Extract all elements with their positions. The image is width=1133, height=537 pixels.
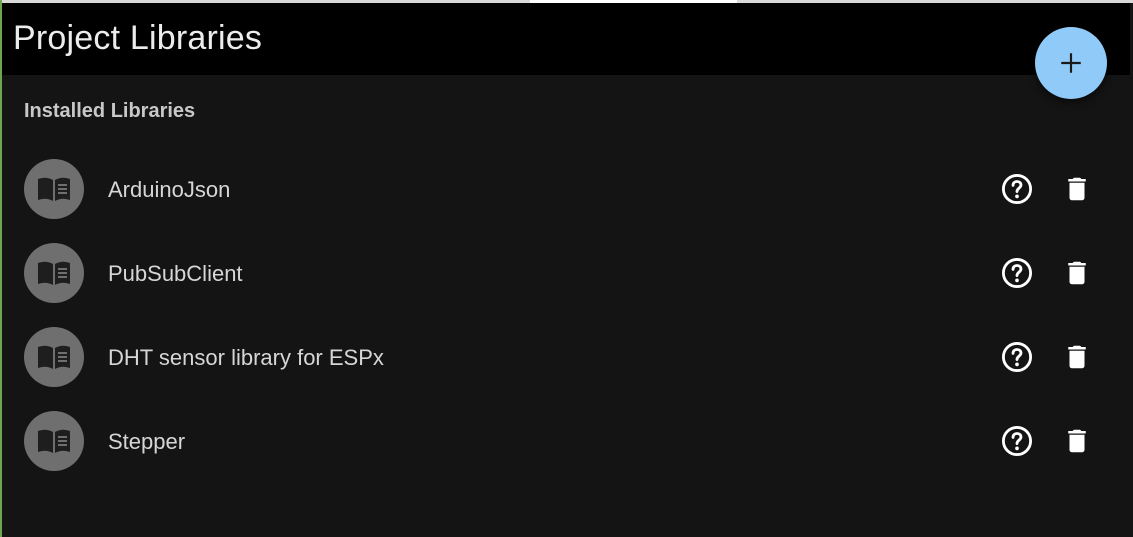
- list-item: DHT sensor library for ESPx: [2, 315, 1130, 399]
- page-title: Project Libraries: [13, 19, 263, 57]
- library-name: DHT sensor library for ESPx: [108, 345, 384, 370]
- help-button[interactable]: [999, 171, 1035, 207]
- avatar: [24, 159, 84, 219]
- avatar: [24, 411, 84, 471]
- help-button[interactable]: [999, 255, 1035, 291]
- plus-icon: [1061, 53, 1081, 73]
- app-bar: Project Libraries: [2, 3, 1130, 75]
- trash-icon: [1068, 261, 1086, 285]
- section-title: Installed Libraries: [24, 100, 196, 122]
- trash-icon: [1068, 429, 1086, 453]
- book-icon: [38, 345, 70, 369]
- help-circle-icon: [1001, 173, 1033, 205]
- list-item: Stepper: [2, 399, 1130, 483]
- library-name: ArduinoJson: [108, 177, 231, 202]
- list-item: PubSubClient: [2, 231, 1130, 315]
- avatar: [24, 243, 84, 303]
- delete-button[interactable]: [1059, 171, 1095, 207]
- trash-icon: [1068, 345, 1086, 369]
- project-libraries-dialog: Project Libraries Installed Libraries Ar…: [2, 3, 1130, 537]
- help-button[interactable]: [999, 339, 1035, 375]
- avatar: [24, 327, 84, 387]
- book-icon: [38, 177, 70, 201]
- delete-button[interactable]: [1059, 339, 1095, 375]
- delete-button[interactable]: [1059, 255, 1095, 291]
- book-icon: [38, 429, 70, 453]
- help-circle-icon: [1001, 341, 1033, 373]
- help-circle-icon: [1001, 257, 1033, 289]
- help-circle-icon: [1001, 425, 1033, 457]
- delete-button[interactable]: [1059, 423, 1095, 459]
- book-icon: [38, 261, 70, 285]
- library-name: Stepper: [108, 429, 186, 454]
- add-library-button[interactable]: [1035, 27, 1107, 99]
- list-item: ArduinoJson: [2, 147, 1130, 231]
- help-button[interactable]: [999, 423, 1035, 459]
- library-list: ArduinoJson PubSubClient DHT sensor libr…: [2, 147, 1130, 483]
- trash-icon: [1068, 177, 1086, 201]
- library-name: PubSubClient: [108, 261, 243, 286]
